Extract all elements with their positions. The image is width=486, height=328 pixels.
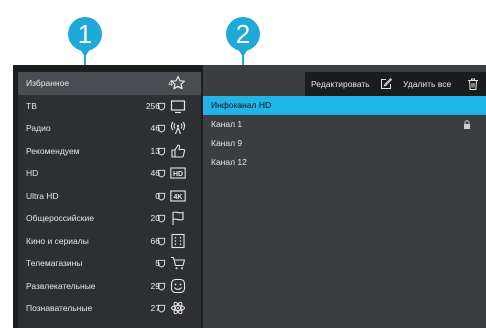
category-item-favorites[interactable]: Избранное 4 xyxy=(18,72,201,95)
shield-icon xyxy=(157,304,166,313)
callout-number: 1 xyxy=(68,17,102,51)
category-item-movies[interactable]: Кино и сериалы 66 xyxy=(18,230,201,253)
svg-text:HD: HD xyxy=(173,171,183,178)
delete-all-button[interactable]: Удалить все xyxy=(397,72,486,96)
trash-icon xyxy=(468,78,478,90)
thumbs-up-icon xyxy=(171,143,186,158)
hd-icon: HD xyxy=(170,167,186,179)
edit-icon xyxy=(381,78,392,89)
category-item-recommended[interactable]: Рекомендуем 13 xyxy=(18,140,201,163)
channel-item[interactable]: Канал 12 xyxy=(203,153,486,172)
category-name: Развлекательные xyxy=(26,280,96,291)
film-icon xyxy=(171,233,185,248)
shield-icon xyxy=(157,102,166,111)
category-item-tv[interactable]: ТВ 256 xyxy=(18,95,201,118)
category-name: Радио xyxy=(26,123,51,133)
4k-icon: 4K xyxy=(170,189,186,202)
category-name: Телемагазины xyxy=(26,258,83,268)
category-item-shopping[interactable]: Телемагазины 5 xyxy=(18,252,201,275)
category-name: Рекомендуем xyxy=(26,145,80,156)
category-list: Избранное 4 ТВ 256 Радио 46 Рекомендуем … xyxy=(18,72,201,328)
svg-text:4K: 4K xyxy=(174,194,183,201)
toolbar: Редактировать Удалить все xyxy=(305,72,486,96)
atom-icon xyxy=(171,301,185,315)
category-name: Кино и сериалы xyxy=(26,235,89,246)
channel-panel: Редактировать Удалить все Инфоканал HD К… xyxy=(203,65,486,328)
shield-icon xyxy=(157,124,166,133)
category-item-entertainment[interactable]: Развлекательные 29 xyxy=(18,275,201,298)
tv-screen: Избранное 4 ТВ 256 Радио 46 Рекомендуем … xyxy=(13,65,486,328)
smiley-icon xyxy=(170,278,186,293)
channel-name: Канал 9 xyxy=(211,138,243,148)
category-item-radio[interactable]: Радио 46 xyxy=(18,117,201,140)
delete-all-button-label: Удалить все xyxy=(403,79,452,89)
edit-button[interactable]: Редактировать xyxy=(305,72,397,96)
callout-number: 2 xyxy=(226,17,260,51)
channel-item[interactable]: Канал 9 xyxy=(203,134,486,153)
channel-item[interactable]: Канал 1 xyxy=(203,115,486,134)
category-name: Избранное xyxy=(26,78,70,88)
channel-name: Канал 12 xyxy=(211,157,247,167)
tv-icon xyxy=(170,99,186,113)
category-item-ultra-hd[interactable]: Ultra HD 0 4K xyxy=(18,185,201,208)
shield-icon xyxy=(157,192,166,201)
flag-icon xyxy=(172,211,184,225)
category-name: Общероссийские xyxy=(26,213,94,223)
lock-icon xyxy=(464,120,470,129)
shield-icon xyxy=(157,169,166,178)
category-item-educational[interactable]: Познавательные 27 xyxy=(18,297,201,320)
category-name: HD xyxy=(26,168,39,178)
cart-icon xyxy=(171,256,186,270)
radio-icon xyxy=(170,121,186,135)
channel-name: Канал 1 xyxy=(211,119,243,129)
channel-item[interactable]: Инфоканал HD xyxy=(203,96,486,115)
channel-name: Инфоканал HD xyxy=(211,100,272,110)
shield-icon xyxy=(157,237,166,246)
star-icon xyxy=(170,75,186,90)
category-name: Познавательные xyxy=(26,303,93,313)
category-item-federal[interactable]: Общероссийские 20 xyxy=(18,207,201,230)
channel-list: Инфоканал HD Канал 1 Канал 9 Канал 12 xyxy=(203,96,486,172)
category-name: ТВ xyxy=(26,100,37,111)
shield-icon xyxy=(157,282,166,291)
category-item-hd[interactable]: HD 46 HD xyxy=(18,162,201,185)
edit-button-label: Редактировать xyxy=(311,79,370,89)
shield-icon xyxy=(157,147,166,156)
shield-icon xyxy=(157,214,166,223)
shield-icon xyxy=(157,259,166,268)
category-name: Ultra HD xyxy=(26,190,59,201)
